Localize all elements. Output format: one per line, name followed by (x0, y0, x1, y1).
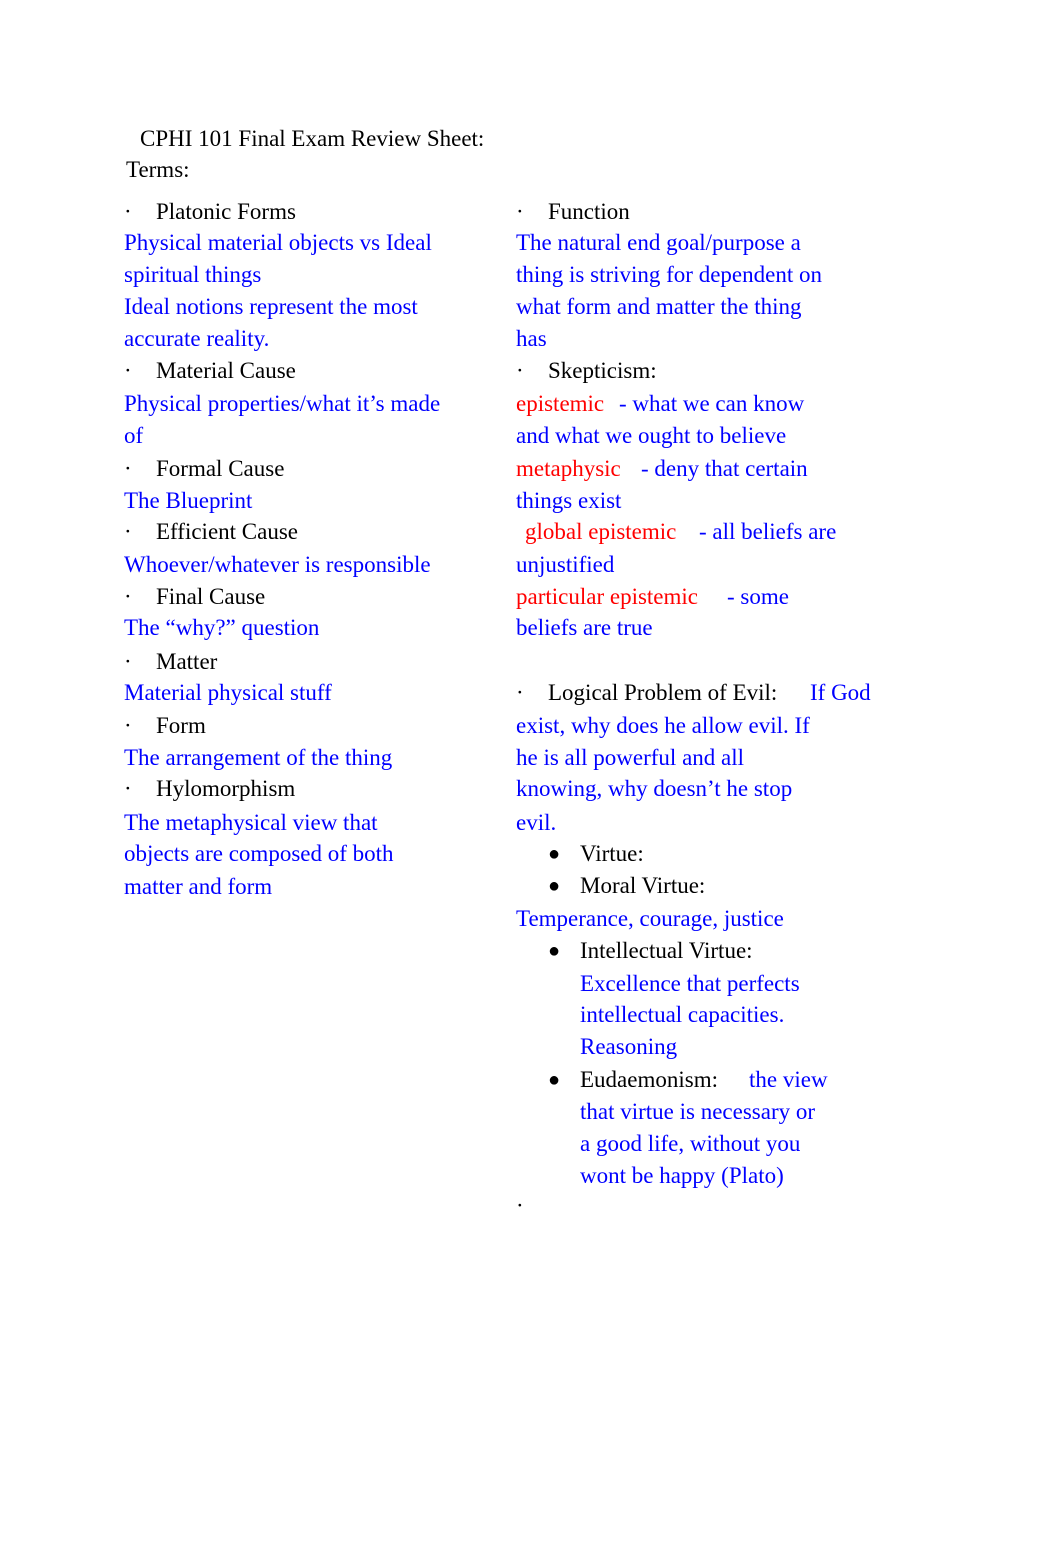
definition-line: knowing, why doesn’t he stop (516, 776, 793, 801)
definition-line: The “why?” question (124, 615, 320, 640)
definition-line: The natural end goal/purpose a (516, 230, 801, 255)
definition-line: he is all powerful and all (516, 745, 745, 770)
page-title: CPHI 101 Final Exam Review Sheet: (140, 126, 485, 151)
term-label: Matter (156, 649, 218, 674)
definition-line: the view (749, 1067, 828, 1092)
definition-line: wont be happy (Plato) (580, 1163, 784, 1188)
bullet-icon: · (516, 680, 524, 705)
definition-line: accurate reality. (124, 326, 270, 351)
definition-line: matter and form (124, 874, 273, 899)
bullet-icon: ● (548, 843, 561, 865)
definition-line: - all beliefs are (699, 519, 837, 544)
bullet-icon: · (124, 776, 132, 801)
definition-line: thing is striving for dependent on (516, 262, 822, 287)
definition-line: The Blueprint (124, 488, 253, 513)
bullet-icon: · (124, 713, 132, 738)
definition-line: Material physical stuff (124, 680, 332, 705)
definition-line: The arrangement of the thing (124, 745, 393, 770)
term-label: Intellectual Virtue: (580, 938, 753, 963)
term-label: Efficient Cause (156, 519, 298, 544)
definition-line: beliefs are true (516, 615, 653, 640)
definition-line: Excellence that perfects (580, 971, 800, 996)
definition-line: Temperance, courage, justice (516, 906, 784, 931)
definition-line: what form and matter the thing (516, 294, 802, 319)
bullet-icon: · (124, 358, 132, 383)
term-label: Hylomorphism (156, 776, 296, 801)
definition-line: intellectual capacities. (580, 1002, 785, 1027)
bullet-icon: ● (548, 875, 561, 897)
definition-line: has (516, 326, 547, 351)
definition-line: unjustified (516, 552, 615, 577)
definition-line: Physical material objects vs Ideal (124, 230, 432, 255)
section-heading-terms: Terms: (126, 157, 190, 182)
definition-line: - some (727, 584, 789, 609)
definition-line: - what we can know (619, 391, 805, 416)
bullet-icon: · (516, 199, 524, 224)
term-label: Skepticism: (548, 358, 657, 383)
term-label: Logical Problem of Evil: (548, 680, 778, 705)
term-label: Platonic Forms (156, 199, 296, 224)
bullet-icon: · (124, 584, 132, 609)
definition-line: Ideal notions represent the most (124, 294, 418, 319)
term-label: Final Cause (156, 584, 266, 609)
definition-line: objects are composed of both (124, 841, 394, 866)
definition-line: a good life, without you (580, 1131, 801, 1156)
skepticism-type-epistemic: epistemic (516, 391, 605, 416)
definition-line: - deny that certain (641, 456, 808, 481)
term-label: Moral Virtue: (580, 873, 706, 898)
definition-line: Physical properties/what it’s made (124, 391, 441, 416)
skepticism-type-metaphysic: metaphysic (516, 456, 621, 481)
empty-bullet-icon: · (516, 1193, 524, 1218)
definition-line: that virtue is necessary or (580, 1099, 816, 1124)
term-label: Formal Cause (156, 456, 285, 481)
bullet-icon: ● (548, 940, 561, 962)
definition-line: and what we ought to believe (516, 423, 787, 448)
bullet-icon: · (516, 358, 524, 383)
definition-line: of (124, 423, 144, 448)
skepticism-type-particular-epistemic: particular epistemic (516, 584, 699, 609)
term-label: Material Cause (156, 358, 296, 383)
bullet-icon: · (124, 456, 132, 481)
term-label: Eudaemonism: (580, 1067, 718, 1092)
definition-line: spiritual things (124, 262, 262, 287)
bullet-icon: · (124, 199, 132, 224)
term-label: Form (156, 713, 206, 738)
definition-line: Whoever/whatever is responsible (124, 552, 431, 577)
definition-line: evil. (516, 810, 557, 835)
bullet-icon: ● (548, 1069, 561, 1091)
definition-line: The metaphysical view that (124, 810, 378, 835)
term-label: Virtue: (580, 841, 644, 866)
bullet-icon: · (124, 649, 132, 674)
definition-line: things exist (516, 488, 622, 513)
definition-line: Reasoning (580, 1034, 678, 1059)
definition-line: If God (810, 680, 871, 705)
term-label: Function (548, 199, 630, 224)
skepticism-type-global-epistemic: global epistemic (525, 519, 677, 544)
bullet-icon: · (124, 519, 132, 544)
definition-line: exist, why does he allow evil. If (516, 713, 810, 738)
